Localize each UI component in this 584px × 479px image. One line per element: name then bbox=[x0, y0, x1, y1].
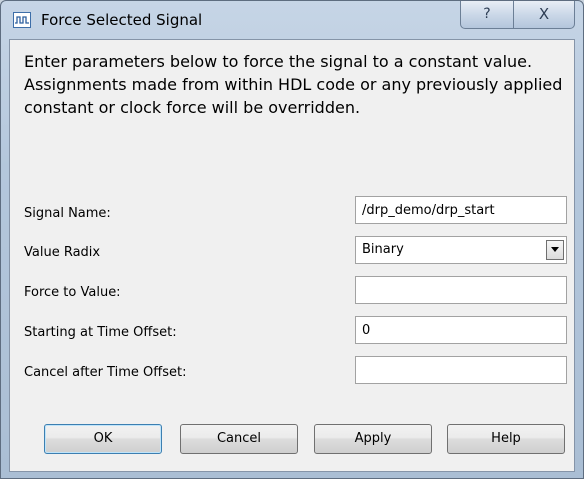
chevron-down-icon[interactable] bbox=[546, 240, 564, 260]
help-button[interactable]: ? bbox=[460, 1, 514, 29]
starting-offset-label: Starting at Time Offset: bbox=[24, 325, 177, 340]
ok-button[interactable]: OK bbox=[44, 424, 162, 454]
description-text: Enter parameters below to force the sign… bbox=[24, 52, 563, 117]
force-signal-dialog: Force Selected Signal ? X Enter paramete… bbox=[0, 0, 584, 479]
close-button[interactable]: X bbox=[513, 1, 575, 29]
force-to-value-field[interactable] bbox=[355, 276, 567, 304]
starting-offset-field[interactable] bbox=[355, 316, 567, 344]
signal-name-label: Signal Name: bbox=[24, 206, 111, 221]
value-radix-select[interactable]: Binary bbox=[355, 236, 567, 264]
apply-button[interactable]: Apply bbox=[314, 424, 432, 454]
cancel-button[interactable]: Cancel bbox=[180, 424, 298, 454]
title-bar[interactable]: Force Selected Signal ? X bbox=[1, 1, 583, 39]
waveform-icon bbox=[13, 12, 31, 28]
help-dialog-button[interactable]: Help bbox=[447, 424, 565, 454]
force-to-value-label: Force to Value: bbox=[24, 285, 121, 300]
cancel-offset-label: Cancel after Time Offset: bbox=[24, 365, 187, 380]
dialog-body: Enter parameters below to force the sign… bbox=[9, 39, 575, 472]
value-radix-label: Value Radix bbox=[24, 245, 101, 260]
cancel-offset-field[interactable] bbox=[355, 356, 567, 384]
value-radix-selected: Binary bbox=[362, 242, 404, 257]
signal-name-field[interactable] bbox=[355, 196, 567, 224]
window-title: Force Selected Signal bbox=[41, 11, 203, 29]
